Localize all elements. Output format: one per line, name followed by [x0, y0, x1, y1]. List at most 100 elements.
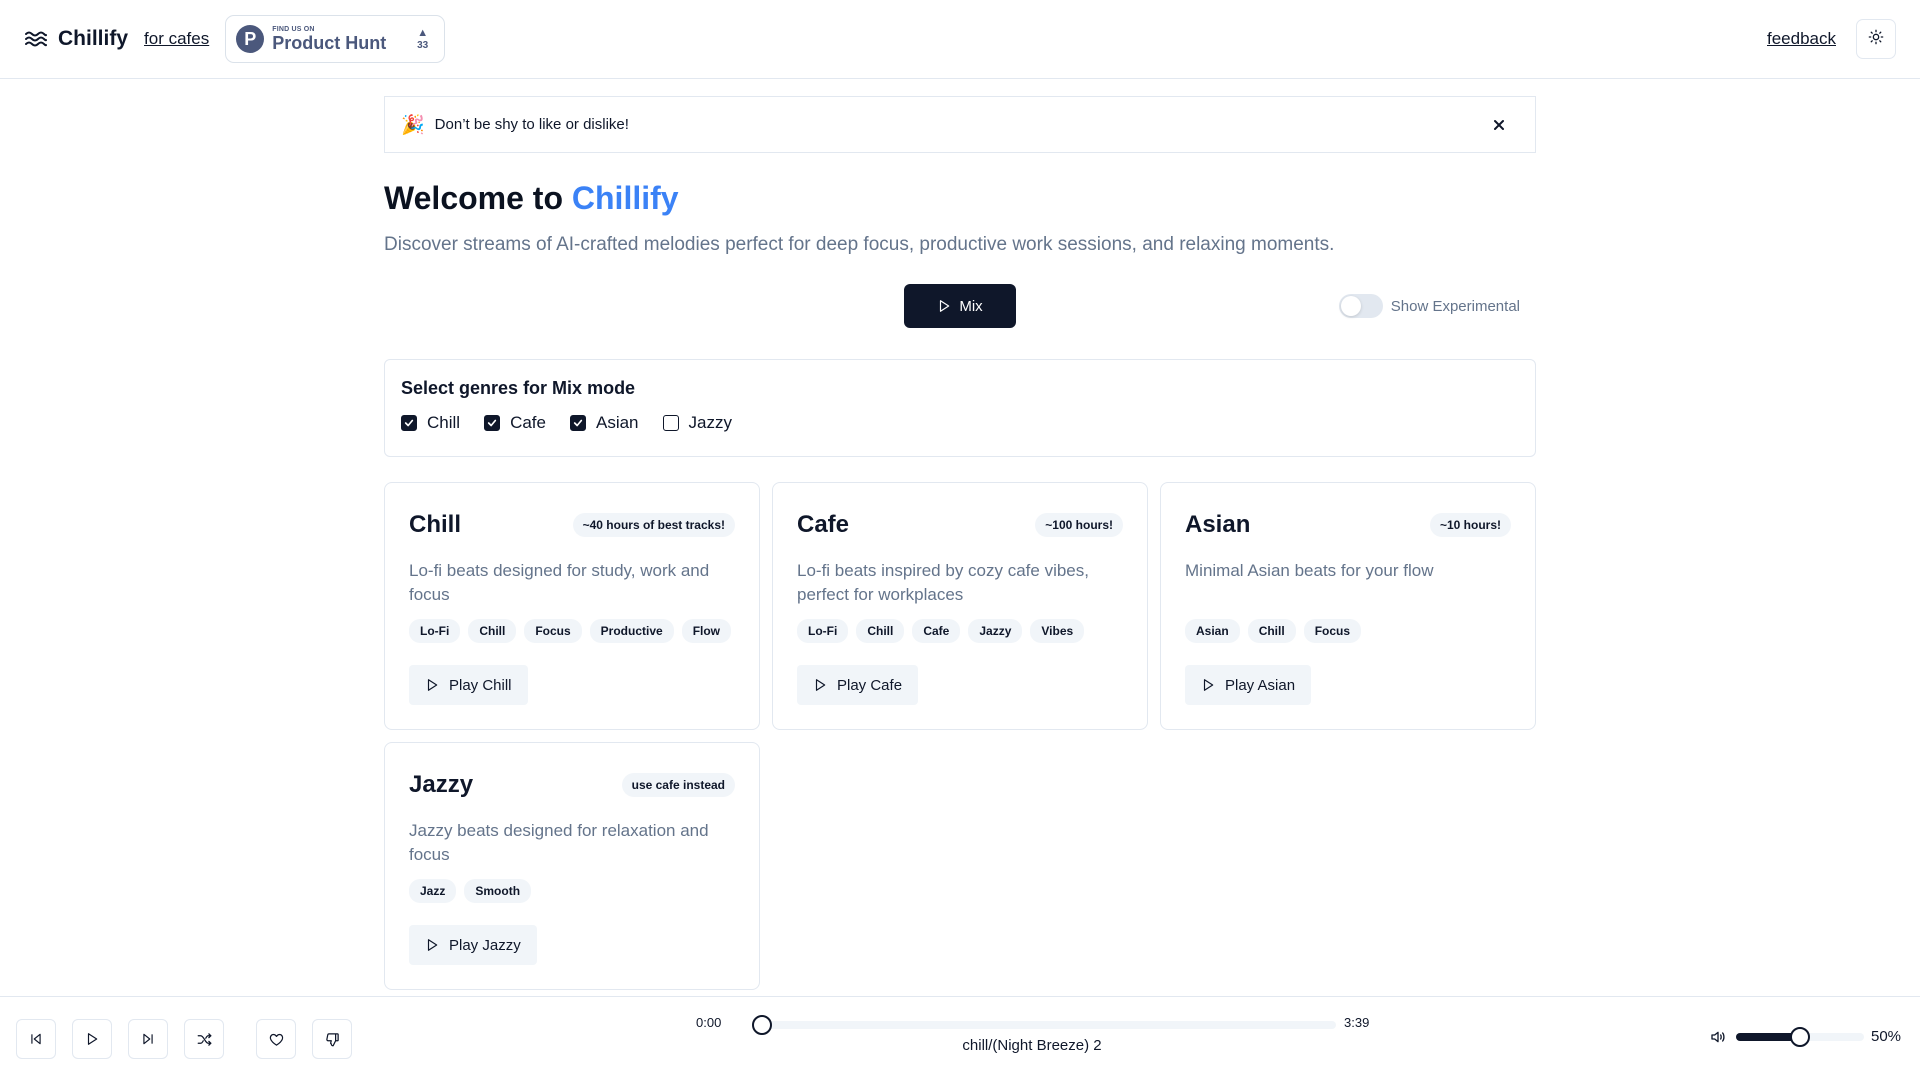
genre-checkbox-jazzy[interactable]: Jazzy	[662, 413, 732, 433]
close-banner-button[interactable]	[1487, 113, 1511, 137]
tag: Lo-Fi	[409, 619, 461, 643]
card-title: Chill	[409, 511, 461, 538]
tag: Chill	[856, 619, 905, 643]
genre-checkbox-row: Chill Cafe Asian Jazzy	[401, 413, 1519, 433]
tag-list: Lo-Fi Chill Focus Productive Flow	[409, 619, 735, 643]
volume-icon[interactable]	[1710, 1030, 1726, 1049]
tag: Focus	[524, 619, 582, 643]
checkbox[interactable]	[569, 415, 586, 431]
play-cafe-button[interactable]: Play Cafe	[797, 665, 919, 705]
page-title: Welcome to Chillify	[384, 178, 1536, 218]
play-label: Play Asian	[1225, 676, 1296, 694]
checkbox[interactable]	[484, 415, 501, 431]
upvote-arrow-icon: ▲	[417, 26, 429, 39]
tag: Chill	[1247, 619, 1296, 643]
page-subtitle: Discover streams of AI-crafted melodies …	[384, 234, 1335, 255]
party-popper-icon: 🎉	[401, 114, 425, 136]
play-asian-button[interactable]: Play Asian	[1185, 665, 1312, 705]
play-chill-button[interactable]: Play Chill	[409, 665, 528, 705]
experimental-label: Show Experimental	[1390, 297, 1520, 315]
genre-card-cafe: Cafe ~100 hours! Lo-fi beats inspired by…	[772, 482, 1148, 730]
actions-row: Mix Show Experimental	[384, 284, 1536, 328]
tag-list: Asian Chill Focus	[1185, 619, 1511, 643]
tag-list: Jazz Smooth	[409, 879, 735, 903]
card-title: Jazzy	[409, 771, 474, 798]
genre-cards-grid: Chill ~40 hours of best tracks! Lo-fi be…	[384, 482, 1536, 990]
title-accent: Chillify	[571, 180, 679, 216]
genre-checkbox-chill[interactable]: Chill	[401, 413, 460, 433]
volume-handle[interactable]	[1790, 1027, 1810, 1047]
brand-name: Chillify	[58, 27, 129, 50]
tag: Vibes	[1030, 619, 1085, 643]
for-cafes-link[interactable]: for cafes	[144, 29, 209, 49]
mix-label: Mix	[959, 297, 983, 315]
genre-select-panel: Select genres for Mix mode Chill Cafe Asia…	[384, 359, 1536, 457]
checkbox[interactable]	[662, 415, 679, 431]
tag: Cafe	[912, 619, 961, 643]
tag: Productive	[589, 619, 674, 643]
product-hunt-badge[interactable]: P FIND US ON Product Hunt ▲ 33	[225, 15, 446, 63]
card-description: Jazzy beats designed for relaxation and …	[409, 821, 709, 864]
genre-label: Jazzy	[688, 413, 732, 432]
genre-checkbox-cafe[interactable]: Cafe	[484, 413, 546, 433]
card-badge: use cafe instead	[621, 773, 735, 797]
product-hunt-small-text: FIND US ON	[272, 26, 315, 33]
check-icon	[487, 419, 497, 427]
play-label: Play Jazzy	[449, 936, 521, 954]
product-hunt-text: Product Hunt	[272, 33, 387, 53]
feedback-link[interactable]: feedback	[1767, 29, 1836, 49]
seek-bar[interactable]	[752, 1021, 1336, 1029]
close-icon	[1494, 119, 1504, 130]
check-icon	[404, 419, 414, 427]
track-name: chill/(Night Breeze) 2	[962, 1037, 1102, 1054]
brand[interactable]: Chillify	[24, 27, 128, 51]
banner-text: Don’t be shy to like or dislike!	[434, 116, 629, 133]
play-icon	[815, 679, 826, 691]
card-title: Asian	[1185, 511, 1251, 538]
genre-card-jazzy: Jazzy use cafe instead Jazzy beats desig…	[384, 742, 760, 990]
experimental-switch[interactable]	[1338, 294, 1383, 318]
genre-card-chill: Chill ~40 hours of best tracks! Lo-fi be…	[384, 482, 760, 730]
tag: Flow	[681, 619, 732, 643]
genre-card-asian: Asian ~10 hours! Minimal Asian beats for…	[1160, 482, 1536, 730]
main-content: 🎉 Don’t be shy to like or dislike! Welco…	[384, 96, 1536, 990]
switch-knob	[1340, 296, 1361, 316]
show-experimental-toggle[interactable]: Show Experimental	[1338, 294, 1520, 318]
card-badge: ~10 hours!	[1429, 513, 1511, 537]
tag: Jazz	[409, 879, 457, 903]
card-description: Lo-fi beats inspired by cozy cafe vibes,…	[797, 561, 1089, 604]
track-duration: 3:39	[1344, 1015, 1370, 1030]
play-icon	[940, 300, 950, 312]
waves-icon	[24, 29, 48, 49]
play-label: Play Cafe	[837, 676, 903, 694]
genre-label: Cafe	[510, 413, 546, 432]
tag: Lo-Fi	[797, 619, 849, 643]
theme-toggle-button[interactable]	[1856, 19, 1896, 59]
play-icon	[427, 679, 438, 691]
player-bar: 0:00 3:39 chill/(Night Breeze) 2 50%	[0, 996, 1920, 1080]
genre-checkbox-asian[interactable]: Asian	[569, 413, 639, 433]
seek-handle[interactable]	[752, 1015, 772, 1035]
title-prefix: Welcome to	[384, 180, 572, 216]
card-badge: ~40 hours of best tracks!	[572, 513, 735, 537]
play-label: Play Chill	[449, 676, 512, 694]
checkbox[interactable]	[401, 415, 417, 431]
tag: Smooth	[464, 879, 532, 903]
tag-list: Lo-Fi Chill Cafe Jazzy Vibes	[797, 619, 1123, 643]
mix-button[interactable]: Mix	[904, 284, 1016, 328]
play-icon	[1203, 679, 1214, 691]
tag: Chill	[468, 619, 517, 643]
play-jazzy-button[interactable]: Play Jazzy	[409, 925, 537, 965]
card-description: Lo-fi beats designed for study, work and…	[409, 561, 710, 604]
card-title: Cafe	[797, 511, 850, 538]
upvote-count: 33	[417, 39, 429, 51]
sun-icon	[1868, 29, 1884, 50]
notice-banner: 🎉 Don’t be shy to like or dislike!	[384, 96, 1536, 153]
genre-select-title: Select genres for Mix mode	[401, 378, 636, 398]
check-icon	[573, 419, 583, 427]
tag: Jazzy	[968, 619, 1023, 643]
card-badge: ~100 hours!	[1035, 513, 1123, 537]
tag: Asian	[1185, 619, 1240, 643]
play-icon	[427, 939, 438, 951]
volume-percent: 50%	[1871, 1028, 1902, 1045]
